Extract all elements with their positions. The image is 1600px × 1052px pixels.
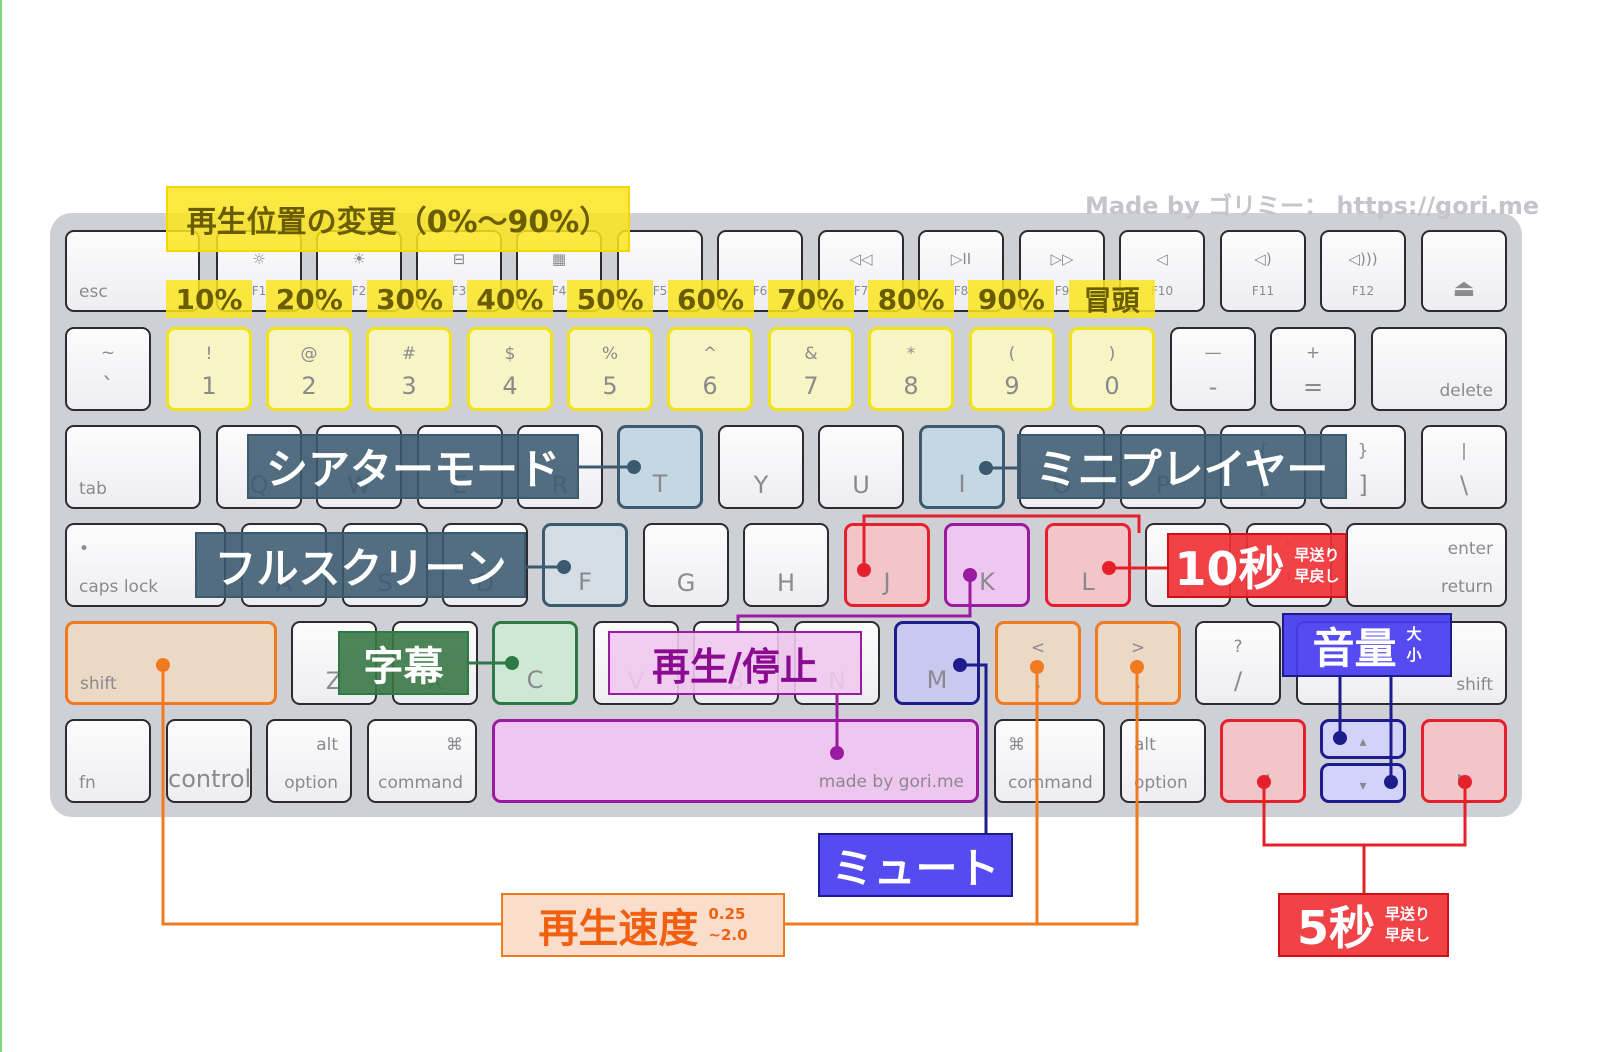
seek-percent-label: 80% bbox=[868, 280, 955, 318]
speed-max-text: ~2.0 bbox=[708, 926, 748, 944]
seek-percent-label: 60% bbox=[667, 280, 754, 318]
play-pause-label: 再生/停止 bbox=[608, 631, 862, 695]
rewind-text: 早戻し bbox=[1385, 926, 1431, 944]
mute-label: ミュート bbox=[818, 833, 1013, 897]
ten-second-text: 10秒 bbox=[1174, 541, 1285, 596]
subtitles-label: 字幕 bbox=[338, 631, 469, 695]
volume-down-text: 小 bbox=[1406, 646, 1422, 664]
seek-percent-label: 70% bbox=[767, 280, 854, 318]
seek-percent-label: 冒頭 bbox=[1068, 280, 1155, 318]
mini-player-label: ミニプレイヤー bbox=[1017, 434, 1347, 499]
fullscreen-label: フルスクリーン bbox=[195, 532, 526, 598]
speed-min-text: 0.25 bbox=[708, 905, 746, 923]
seek-percent-label: 90% bbox=[968, 280, 1055, 318]
forward-text: 早送り bbox=[1385, 905, 1431, 923]
speed-text: 再生速度 bbox=[538, 906, 699, 952]
theater-mode-label: シアターモード bbox=[247, 434, 579, 499]
seek-percent-label: 30% bbox=[366, 280, 453, 318]
seek-percent-label: 50% bbox=[567, 280, 654, 318]
volume-text: 音量 bbox=[1312, 623, 1397, 673]
seek-percent-label: 40% bbox=[466, 280, 553, 318]
playback-speed-label: 再生速度 0.25 ~2.0 bbox=[501, 893, 785, 957]
rewind-text: 早戻し bbox=[1294, 566, 1340, 585]
ten-second-seek-label: 10秒 早送り早戻し bbox=[1167, 533, 1347, 598]
five-second-seek-label: 5秒 早送り早戻し bbox=[1278, 893, 1449, 957]
volume-up-text: 大 bbox=[1406, 625, 1422, 643]
five-second-text: 5秒 bbox=[1296, 901, 1375, 955]
seek-percent-label: 10% bbox=[166, 280, 252, 318]
forward-text: 早送り bbox=[1294, 545, 1340, 564]
seek-percent-label: 20% bbox=[266, 280, 353, 318]
seek-position-label: 再生位置の変更（0%〜90%） bbox=[166, 186, 630, 252]
volume-label: 音量大小 bbox=[1282, 613, 1452, 677]
